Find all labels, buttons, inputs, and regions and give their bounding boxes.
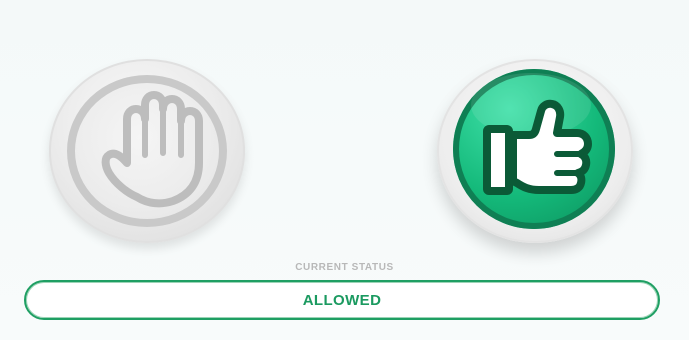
stop-button[interactable] (49, 59, 245, 243)
status-box: ALLOWED (24, 280, 660, 320)
status-panel: CURRENT STATUS ALLOWED (0, 0, 689, 340)
hand-stop-icon (101, 91, 203, 208)
current-status-label: CURRENT STATUS (295, 262, 394, 273)
thumbs-up-icon (483, 99, 592, 195)
allow-button[interactable] (437, 59, 633, 243)
status-value: ALLOWED (302, 291, 382, 309)
